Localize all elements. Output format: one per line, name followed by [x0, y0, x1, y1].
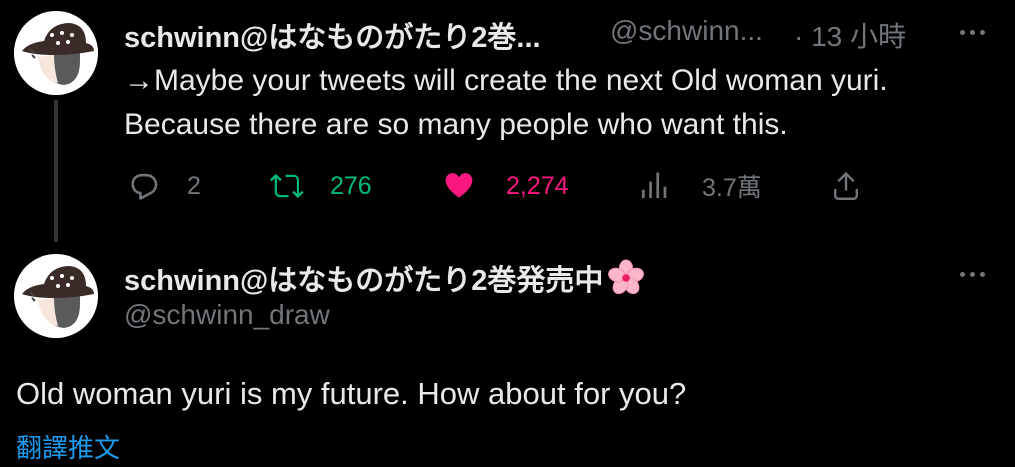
reply-button[interactable]: 2 — [126, 164, 201, 208]
reply-more-icon[interactable] — [960, 30, 985, 35]
retweet-count: 276 — [330, 171, 372, 200]
reply-display-name[interactable]: schwinn@はなものがたり2巻... — [124, 14, 541, 56]
reply-text: →Maybe your tweets will create the next … — [124, 59, 994, 147]
like-button[interactable]: 2,274 — [440, 164, 569, 208]
translate-link[interactable]: 翻譯推文 — [16, 428, 120, 465]
views-button[interactable]: 3.7萬 — [636, 164, 762, 208]
cherry-blossom-icon — [608, 259, 645, 295]
main-display-name[interactable]: schwinn@はなものがたり2巻発売中 — [124, 257, 645, 299]
main-tweet-text: Old woman yuri is my future. How about f… — [16, 376, 687, 411]
main-display-name-text: schwinn@はなものがたり2巻発売中 — [124, 265, 604, 297]
reply-count: 2 — [187, 171, 201, 200]
reply-icon — [131, 173, 158, 200]
heart-icon — [445, 173, 473, 198]
reply-timestamp[interactable]: · 13 小時 — [794, 15, 906, 55]
main-handle[interactable]: @schwinn_draw — [124, 299, 330, 331]
reply-handle[interactable]: @schwinn... — [610, 15, 763, 47]
retweet-icon — [270, 173, 304, 199]
views-count: 3.7萬 — [702, 174, 762, 202]
share-button[interactable] — [828, 164, 864, 208]
thread-connector-line — [54, 100, 58, 242]
reply-text-line: Because there are so many people who wan… — [124, 108, 788, 141]
like-count: 2,274 — [506, 171, 569, 200]
main-more-icon[interactable] — [960, 272, 985, 277]
views-icon — [642, 172, 667, 198]
avatar[interactable] — [14, 11, 98, 95]
reply-text-line: →Maybe your tweets will create the next … — [124, 64, 888, 97]
avatar[interactable] — [14, 254, 98, 338]
retweet-button[interactable]: 276 — [268, 164, 372, 208]
share-icon — [834, 171, 858, 200]
